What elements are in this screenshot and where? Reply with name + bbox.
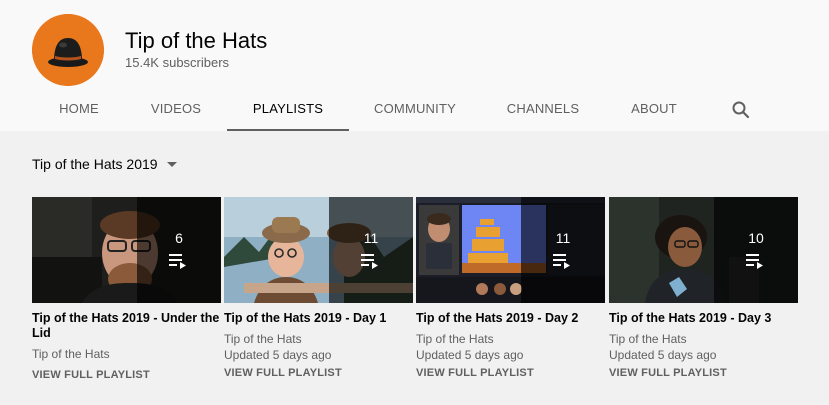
channel-avatar[interactable] bbox=[32, 14, 104, 86]
tab-community[interactable]: COMMUNITY bbox=[365, 89, 465, 131]
video-count: 6 bbox=[175, 230, 183, 246]
playlist-channel[interactable]: Tip of the Hats bbox=[32, 346, 221, 362]
video-count: 11 bbox=[555, 230, 571, 246]
search-icon bbox=[732, 101, 750, 119]
playlist-icon bbox=[746, 254, 763, 269]
subscriber-count: 15.4K subscribers bbox=[125, 55, 230, 70]
section-title: Tip of the Hats 2019 bbox=[32, 156, 158, 172]
tab-home[interactable]: HOME bbox=[39, 89, 119, 131]
tab-about[interactable]: ABOUT bbox=[618, 89, 690, 131]
playlist-overlay: 11 bbox=[329, 197, 413, 303]
caret-down-icon bbox=[166, 161, 177, 167]
playlist-overlay: 11 bbox=[521, 197, 605, 303]
video-count: 10 bbox=[748, 230, 764, 246]
playlist-overlay: 6 bbox=[137, 197, 221, 303]
playlist-title[interactable]: Tip of the Hats 2019 - Day 1 bbox=[224, 311, 413, 326]
view-full-playlist-link[interactable]: VIEW FULL PLAYLIST bbox=[416, 367, 605, 379]
channel-tabs: HOME VIDEOS PLAYLISTS COMMUNITY CHANNELS… bbox=[0, 89, 829, 131]
view-full-playlist-link[interactable]: VIEW FULL PLAYLIST bbox=[32, 369, 221, 381]
search-button[interactable] bbox=[730, 99, 752, 121]
section-title-dropdown[interactable]: Tip of the Hats 2019 bbox=[32, 156, 177, 172]
playlist-channel[interactable]: Tip of the Hats bbox=[609, 331, 798, 347]
playlist-updated: Updated 5 days ago bbox=[416, 348, 524, 362]
playlist-thumbnail[interactable]: 11 bbox=[416, 197, 605, 303]
channel-title: Tip of the Hats bbox=[125, 28, 268, 53]
bowler-hat-icon bbox=[32, 14, 104, 86]
playlist-title[interactable]: Tip of the Hats 2019 - Under the Lid bbox=[32, 311, 221, 341]
playlist-title[interactable]: Tip of the Hats 2019 - Day 2 bbox=[416, 311, 605, 326]
tab-channels[interactable]: CHANNELS bbox=[493, 89, 593, 131]
playlist-overlay: 10 bbox=[714, 197, 798, 303]
tab-videos[interactable]: VIDEOS bbox=[136, 89, 216, 131]
playlist-channel[interactable]: Tip of the Hats bbox=[224, 331, 413, 347]
playlist-thumbnail[interactable]: 11 bbox=[224, 197, 413, 303]
video-count: 11 bbox=[363, 230, 379, 246]
channel-header: Tip of the Hats 15.4K subscribers HOME V… bbox=[0, 0, 829, 131]
playlist-updated: Updated 5 days ago bbox=[609, 348, 717, 362]
playlist-title[interactable]: Tip of the Hats 2019 - Day 3 bbox=[609, 311, 798, 326]
playlist-icon bbox=[361, 254, 378, 269]
playlist-icon bbox=[169, 254, 186, 269]
playlist-card: 6 Tip of the Hats 2019 - Under the Lid T… bbox=[32, 197, 221, 381]
playlist-thumbnail[interactable]: 6 bbox=[32, 197, 221, 303]
playlist-thumbnail[interactable]: 10 bbox=[609, 197, 798, 303]
playlist-updated: Updated 5 days ago bbox=[224, 348, 332, 362]
playlist-card: 11 Tip of the Hats 2019 - Day 1 Tip of t… bbox=[224, 197, 413, 379]
playlist-card: 11 Tip of the Hats 2019 - Day 2 Tip of t… bbox=[416, 197, 605, 379]
playlist-channel[interactable]: Tip of the Hats bbox=[416, 331, 605, 347]
view-full-playlist-link[interactable]: VIEW FULL PLAYLIST bbox=[224, 367, 413, 379]
playlist-card: 10 Tip of the Hats 2019 - Day 3 Tip of t… bbox=[609, 197, 798, 379]
tab-playlists[interactable]: PLAYLISTS bbox=[227, 89, 349, 131]
playlist-icon bbox=[553, 254, 570, 269]
view-full-playlist-link[interactable]: VIEW FULL PLAYLIST bbox=[609, 367, 798, 379]
